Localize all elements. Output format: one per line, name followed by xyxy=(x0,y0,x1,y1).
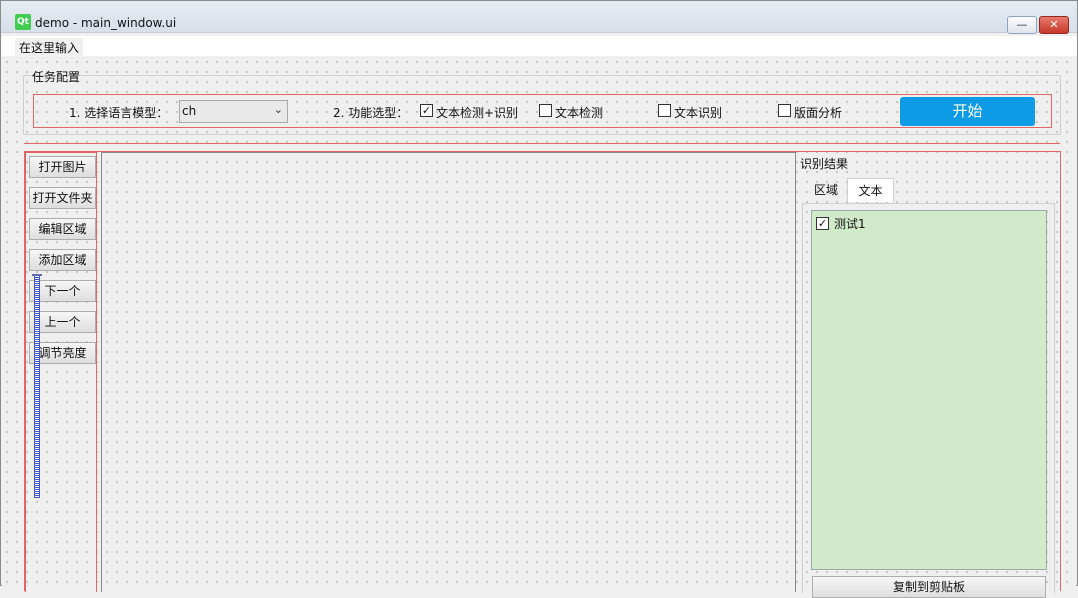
option-detect-checkbox[interactable] xyxy=(539,104,552,117)
window-title: demo - main_window.ui xyxy=(35,16,177,30)
edit-region-button[interactable]: 编辑区域 xyxy=(29,218,96,240)
close-button[interactable]: ✕ xyxy=(1039,16,1069,34)
option-layout-checkbox[interactable] xyxy=(778,104,791,117)
tab-region[interactable]: 区域 xyxy=(808,178,844,202)
option-detect-label[interactable]: 文本检测 xyxy=(555,104,603,121)
menu-placeholder-item[interactable]: 在这里输入 xyxy=(15,38,84,58)
task-config-title: 任务配置 xyxy=(32,70,81,84)
option-recognize-label[interactable]: 文本识别 xyxy=(674,104,722,121)
tab-text[interactable]: 文本 xyxy=(847,178,894,202)
copy-to-clipboard-button[interactable]: 复制到剪贴板 xyxy=(812,576,1046,598)
start-button[interactable]: 开始 xyxy=(900,97,1035,126)
chevron-down-icon: ⌄ xyxy=(273,103,283,116)
minimize-button[interactable]: — xyxy=(1007,16,1037,34)
function-label: 2. 功能选型： xyxy=(333,106,409,120)
result-item-label[interactable]: 测试1 xyxy=(834,215,866,232)
model-combobox[interactable]: ch ⌄ xyxy=(179,100,288,123)
main-window: Qt demo - main_window.ui — ✕ 在这里输入 任务配置 … xyxy=(0,0,1078,598)
layout-separator xyxy=(24,143,1060,144)
results-title: 识别结果 xyxy=(800,157,849,171)
image-canvas[interactable] xyxy=(101,152,796,592)
title-bar: Qt demo - main_window.ui — ✕ xyxy=(1,1,1077,34)
add-region-button[interactable]: 添加区域 xyxy=(29,249,96,271)
result-item-checkbox[interactable]: ✓ xyxy=(816,217,829,230)
qt-logo-icon: Qt xyxy=(15,14,31,30)
open-folder-button[interactable]: 打开文件夹 xyxy=(29,187,96,209)
option-recognize-checkbox[interactable] xyxy=(658,104,671,117)
option-detect-recognize-checkbox[interactable]: ✓ xyxy=(420,104,433,117)
menu-bar: 在这里输入 xyxy=(1,36,1077,58)
open-image-button[interactable]: 打开图片 xyxy=(29,156,96,178)
option-detect-recognize-label[interactable]: 文本检测+识别 xyxy=(436,104,518,121)
option-layout-label[interactable]: 版面分析 xyxy=(794,104,842,121)
model-label: 1. 选择语言模型： xyxy=(69,106,169,120)
results-list[interactable]: ✓ 测试1 xyxy=(811,210,1047,570)
central-widget: 任务配置 1. 选择语言模型： ch ⌄ 2. 功能选型： ✓ 文本检测+识别 … xyxy=(2,57,1076,598)
brightness-slider[interactable] xyxy=(34,276,40,498)
model-combobox-value: ch xyxy=(182,104,197,118)
